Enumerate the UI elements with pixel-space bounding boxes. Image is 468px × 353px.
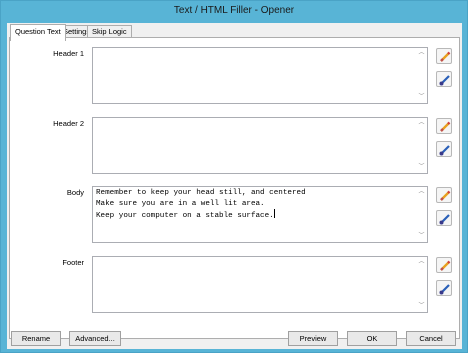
body-text: Remember to keep your head still, and ce… [96,188,415,222]
footer-format-button[interactable] [436,280,452,296]
brush-icon [439,75,450,86]
brush-icon [439,284,450,295]
footer-textbox[interactable]: ︿ ﹀ [92,256,428,313]
header-2-edit-button[interactable] [436,118,452,134]
dialog-client: Question Text Settings Skip Logic Header… [7,23,462,349]
body-format-button[interactable] [436,210,452,226]
scroll-up-icon[interactable]: ︿ [417,258,426,267]
header-2-textbox[interactable]: ︿ ﹀ [92,117,428,174]
pencil-icon [440,51,451,62]
rename-button[interactable]: Rename [11,331,61,346]
window-title: Text / HTML Filler - Opener [173,5,295,16]
scroll-down-icon[interactable]: ﹀ [417,302,426,311]
scroll-down-icon[interactable]: ﹀ [417,163,426,172]
header-2-format-button[interactable] [436,141,452,157]
header-1-format-button[interactable] [436,71,452,87]
brush-icon [439,145,450,156]
header-1-edit-button[interactable] [436,48,452,64]
scroll-down-icon[interactable]: ﹀ [417,232,426,241]
dialog-window: Text / HTML Filler - Opener Question Tex… [0,0,468,353]
header-2-label: Header 2 [53,119,84,128]
footer-label: Footer [62,258,84,267]
body-textbox[interactable]: Remember to keep your head still, and ce… [92,186,428,243]
text-caret [273,209,275,218]
question-text-panel: Header 1 ︿ ﹀ Header 2 ︿ ﹀ Body Remember … [9,37,460,339]
ok-button[interactable]: OK [347,331,397,346]
scroll-down-icon[interactable]: ﹀ [417,93,426,102]
tab-question-text[interactable]: Question Text [10,24,66,41]
pencil-icon [440,190,451,201]
preview-button[interactable]: Preview [288,331,338,346]
scroll-up-icon[interactable]: ︿ [417,188,426,197]
brush-icon [439,214,450,225]
scroll-up-icon[interactable]: ︿ [417,119,426,128]
header-1-label: Header 1 [53,49,84,58]
pencil-icon [440,260,451,271]
footer-edit-button[interactable] [436,257,452,273]
scroll-up-icon[interactable]: ︿ [417,49,426,58]
header-1-textbox[interactable]: ︿ ﹀ [92,47,428,104]
advanced-button[interactable]: Advanced... [69,331,121,346]
body-edit-button[interactable] [436,187,452,203]
cancel-button[interactable]: Cancel [406,331,456,346]
body-label: Body [66,188,84,197]
pencil-icon [440,121,451,132]
